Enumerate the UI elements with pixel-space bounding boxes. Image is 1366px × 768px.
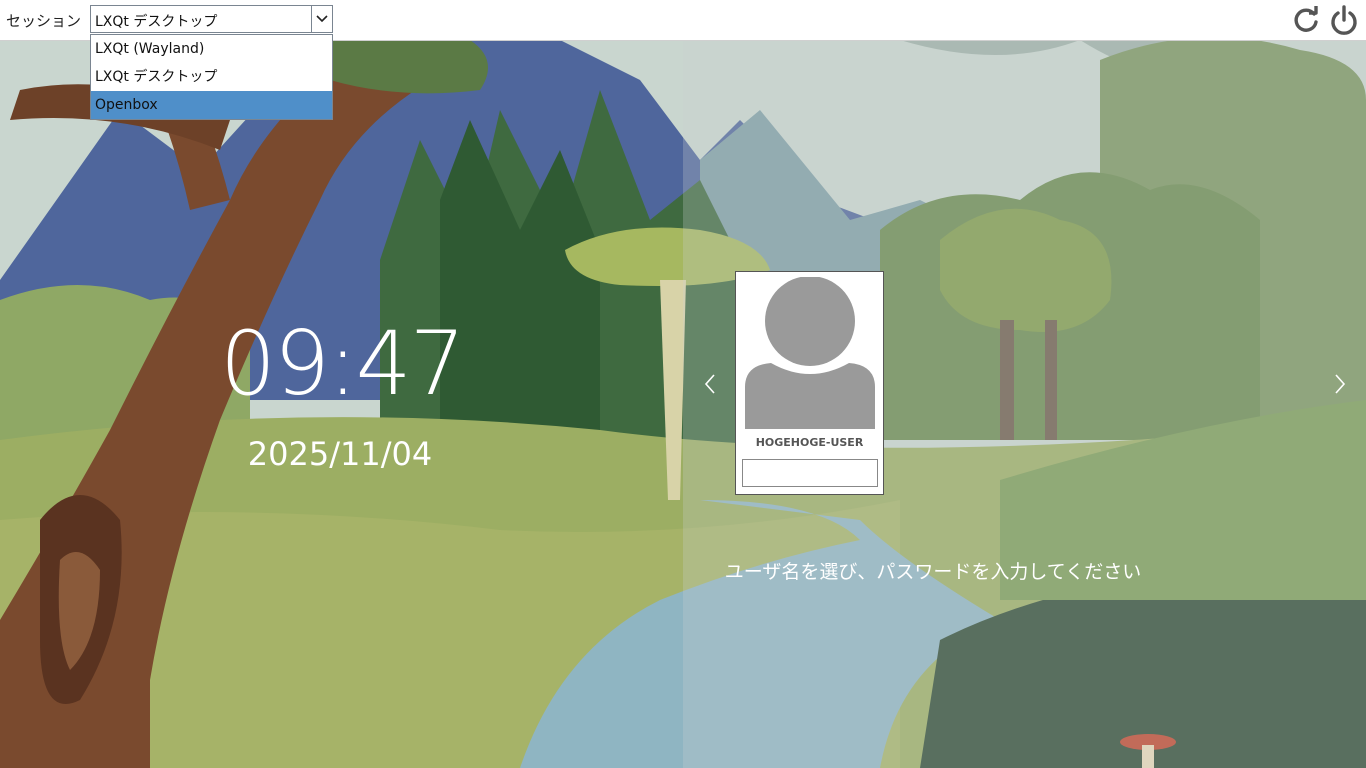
session-option-selected[interactable]: Openbox bbox=[91, 91, 332, 119]
user-card[interactable]: HOGEHOGE-USER bbox=[735, 271, 884, 495]
session-option[interactable]: LXQt (Wayland) bbox=[91, 35, 332, 63]
reboot-icon[interactable] bbox=[1290, 4, 1322, 36]
chevron-down-icon[interactable] bbox=[311, 6, 332, 32]
session-label: セッション bbox=[6, 12, 82, 30]
session-option[interactable]: LXQt デスクトップ bbox=[91, 63, 332, 91]
chevron-left-icon[interactable] bbox=[702, 373, 718, 395]
user-avatar-icon bbox=[745, 276, 875, 433]
session-select[interactable]: LXQt デスクトップ bbox=[90, 5, 333, 33]
username-label: HOGEHOGE-USER bbox=[755, 436, 864, 449]
clock-date: 2025/11/04 bbox=[247, 435, 433, 473]
power-icon[interactable] bbox=[1328, 4, 1360, 36]
chevron-right-icon[interactable] bbox=[1332, 373, 1348, 395]
clock-time: 09:47 bbox=[220, 312, 466, 415]
login-hint: ユーザ名を選び、パスワードを入力してください bbox=[724, 561, 1142, 583]
session-select-value: LXQt デスクトップ bbox=[95, 14, 218, 30]
password-field[interactable] bbox=[742, 459, 878, 487]
session-dropdown: LXQt (Wayland) LXQt デスクトップ Openbox bbox=[90, 34, 333, 120]
